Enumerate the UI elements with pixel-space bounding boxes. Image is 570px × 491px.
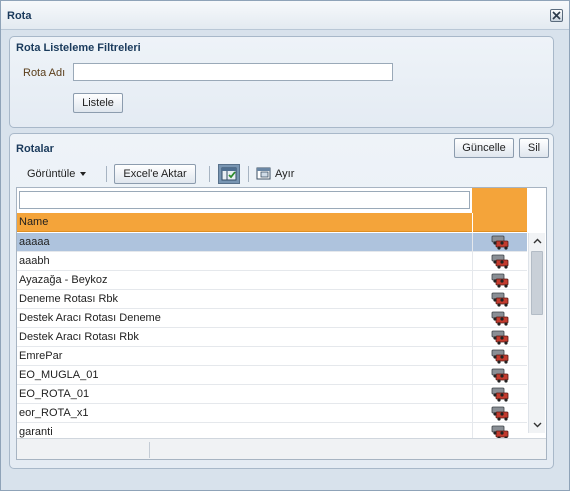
route-name-cell: Deneme Rotası Rbk xyxy=(19,293,119,305)
vertical-scrollbar[interactable] xyxy=(528,233,545,433)
column-divider xyxy=(472,233,473,252)
view-menu[interactable]: Görüntüle xyxy=(20,165,100,183)
view-menu-label: Görüntüle xyxy=(27,168,76,180)
route-name-cell: aaaaa xyxy=(19,236,50,248)
table-row[interactable]: Destek Aracı Rotası Deneme xyxy=(17,309,527,328)
route-name-input[interactable] xyxy=(73,63,393,81)
table-row[interactable]: EO_ROTA_01 xyxy=(17,385,527,404)
scroll-up-icon[interactable] xyxy=(533,237,542,246)
detach-icon xyxy=(256,166,272,183)
update-button[interactable]: Güncelle xyxy=(454,138,514,158)
route-vehicles-icon[interactable] xyxy=(489,367,511,384)
rota-dialog: Rota Rota Listeleme Filtreleri Rota Adı … xyxy=(0,0,570,491)
column-divider xyxy=(472,385,473,404)
route-name-cell: garanti xyxy=(19,426,53,438)
column-divider xyxy=(472,290,473,309)
column-divider xyxy=(472,309,473,328)
dialog-title: Rota xyxy=(7,10,32,22)
table-row[interactable]: Ayazağa - Beykoz xyxy=(17,271,527,290)
route-vehicles-icon[interactable] xyxy=(489,348,511,365)
results-panel: Rotalar Güncelle Sil Görüntüle Excel'e A… xyxy=(9,133,554,469)
status-divider xyxy=(149,442,150,458)
table-row[interactable]: Destek Aracı Rotası Rbk xyxy=(17,328,527,347)
toolbar-divider xyxy=(248,166,249,182)
column-divider xyxy=(472,328,473,347)
table-row[interactable]: EmrePar xyxy=(17,347,527,366)
column-header-name[interactable]: Name xyxy=(19,216,48,228)
table-row[interactable]: EO_MUGLA_01 xyxy=(17,366,527,385)
route-name-cell: EO_ROTA_01 xyxy=(19,388,90,400)
routes-table: Name aaaaa aaabh Ayazağa - Beykoz Deneme Ro… xyxy=(16,187,547,460)
filter-cell xyxy=(17,188,472,213)
filter-panel: Rota Listeleme Filtreleri Rota Adı Liste… xyxy=(9,36,554,128)
route-name-cell: Destek Aracı Rotası Rbk xyxy=(19,331,139,343)
column-divider xyxy=(472,252,473,271)
route-vehicles-icon[interactable] xyxy=(489,234,511,251)
dialog-titlebar[interactable]: Rota xyxy=(1,1,569,30)
route-vehicles-icon[interactable] xyxy=(489,253,511,270)
name-filter-input[interactable] xyxy=(19,191,470,209)
detach-label: Ayır xyxy=(275,168,295,180)
table-header: Name xyxy=(17,213,527,232)
route-name-cell: aaabh xyxy=(19,255,50,267)
route-vehicles-icon[interactable] xyxy=(489,386,511,403)
table-status-bar xyxy=(17,438,546,459)
table-body: aaaaa aaabh Ayazağa - Beykoz Deneme Rotası … xyxy=(17,233,527,459)
route-name-cell: Ayazağa - Beykoz xyxy=(19,274,108,286)
scrollbar-thumb[interactable] xyxy=(531,251,543,315)
route-vehicles-icon[interactable] xyxy=(489,272,511,289)
table-row[interactable]: aaaaa xyxy=(17,233,527,252)
close-icon[interactable] xyxy=(550,9,563,22)
column-divider xyxy=(472,347,473,366)
route-name-cell: eor_ROTA_x1 xyxy=(19,407,89,419)
column-divider xyxy=(472,213,473,232)
column-divider xyxy=(472,271,473,290)
list-button[interactable]: Listele xyxy=(73,93,123,113)
column-divider xyxy=(472,366,473,385)
table-row[interactable]: aaabh xyxy=(17,252,527,271)
table-row[interactable]: Deneme Rotası Rbk xyxy=(17,290,527,309)
export-excel-button[interactable]: Excel'e Aktar xyxy=(114,164,196,184)
table-filter-row xyxy=(17,188,546,213)
detach-button[interactable]: Ayır xyxy=(256,165,294,183)
route-vehicles-icon[interactable] xyxy=(489,405,511,422)
toolbar-divider xyxy=(106,166,107,182)
route-vehicles-icon[interactable] xyxy=(489,329,511,346)
column-divider xyxy=(472,404,473,423)
delete-button[interactable]: Sil xyxy=(519,138,549,158)
filter-panel-title: Rota Listeleme Filtreleri xyxy=(16,42,141,54)
route-name-cell: EmrePar xyxy=(19,350,63,362)
route-vehicles-icon[interactable] xyxy=(489,291,511,308)
route-vehicles-icon[interactable] xyxy=(489,310,511,327)
filter-action-cell xyxy=(472,188,527,213)
route-name-label: Rota Adı xyxy=(23,67,66,79)
results-panel-title: Rotalar xyxy=(16,143,54,155)
route-name-cell: EO_MUGLA_01 xyxy=(19,369,99,381)
freeze-columns-icon[interactable] xyxy=(218,164,240,184)
route-name-cell: Destek Aracı Rotası Deneme xyxy=(19,312,161,324)
chevron-down-icon xyxy=(80,172,87,176)
table-row[interactable]: eor_ROTA_x1 xyxy=(17,404,527,423)
scroll-down-icon[interactable] xyxy=(533,420,542,429)
toolbar-divider xyxy=(209,166,210,182)
table-toolbar: Görüntüle Excel'e Aktar Ayır xyxy=(16,163,549,185)
